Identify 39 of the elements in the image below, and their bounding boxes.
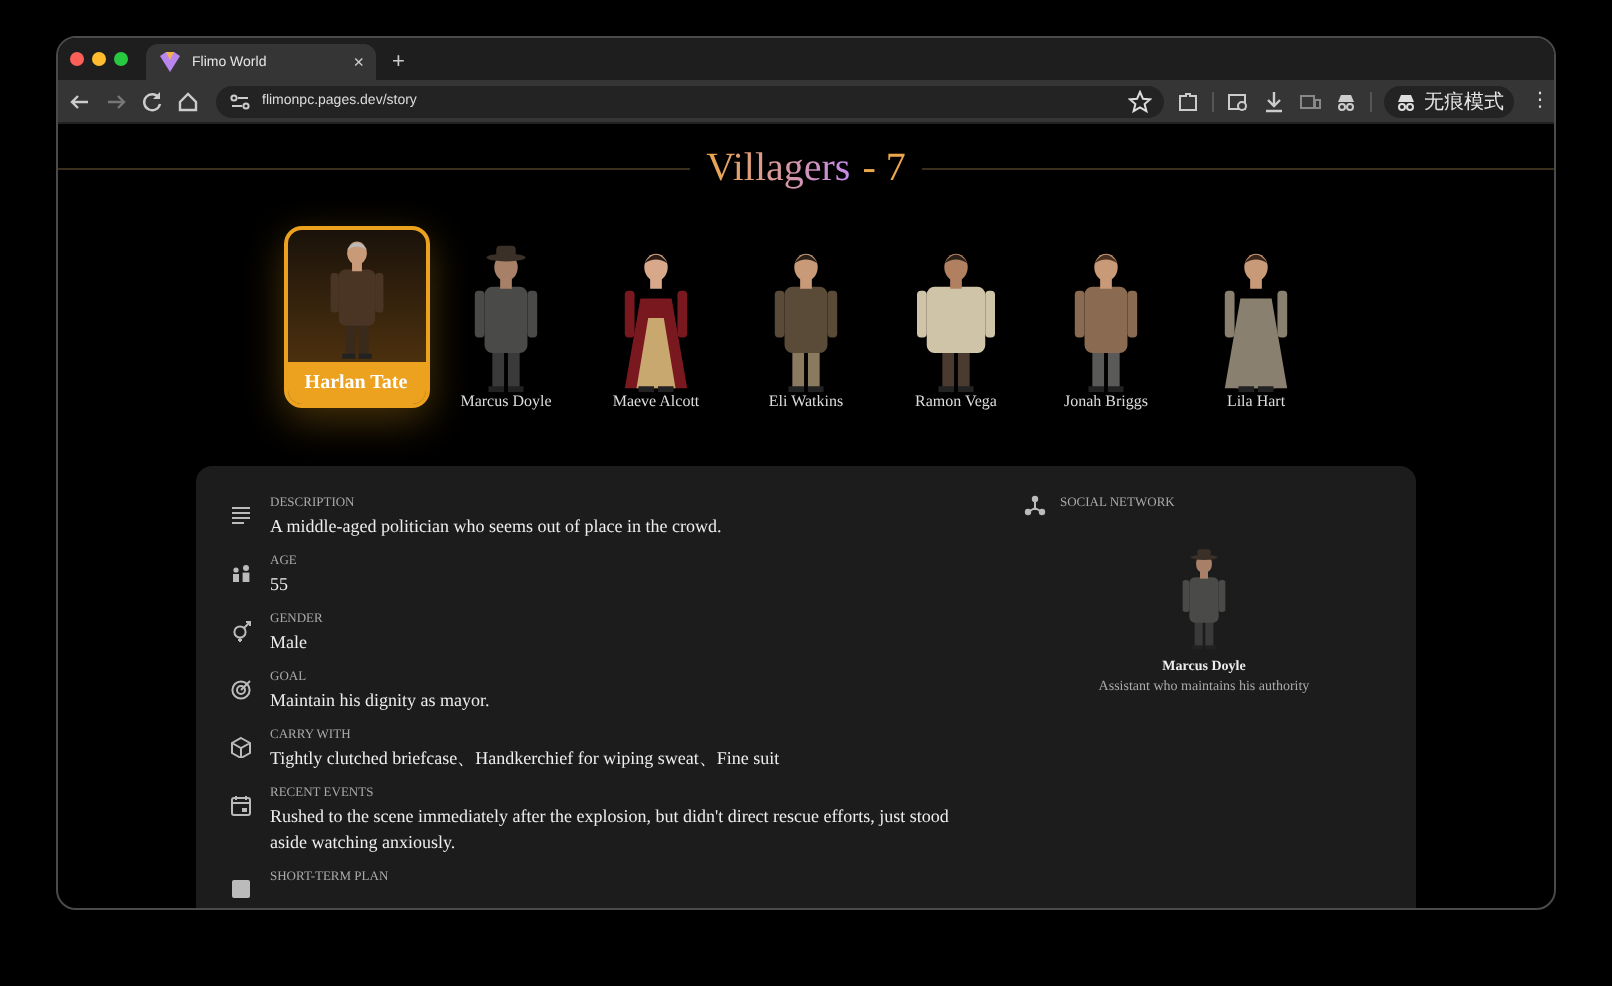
field-value: Maintain his dignity as mayor. xyxy=(270,688,490,714)
villager-card[interactable]: Jonah Briggs xyxy=(1031,240,1181,412)
forward-icon[interactable] xyxy=(104,89,128,113)
maximize-button[interactable] xyxy=(114,52,128,66)
devices-icon[interactable] xyxy=(1298,89,1322,113)
field-value: A middle-aged politician who seems out of place in the crowd. xyxy=(270,514,722,540)
incognito-button[interactable]: 无痕模式 xyxy=(1384,85,1514,117)
field-value: 55 xyxy=(270,572,290,598)
diamond-icon xyxy=(158,50,182,74)
reload-icon[interactable] xyxy=(140,89,164,113)
villager-count: - 7 xyxy=(862,144,906,192)
villager-card[interactable]: Lila Hart xyxy=(1181,240,1331,412)
close-window-button[interactable] xyxy=(70,52,84,66)
network-icon xyxy=(1024,494,1046,516)
villager-card[interactable]: Marcus Doyle xyxy=(431,240,581,412)
incognito-icon xyxy=(1394,89,1418,113)
lines-icon xyxy=(230,504,252,526)
home-icon[interactable] xyxy=(176,89,200,113)
site-settings-icon[interactable] xyxy=(228,89,252,113)
gender-icon xyxy=(230,620,252,642)
back-icon[interactable] xyxy=(68,89,92,113)
field-value: Rushed to the scene immediately after the explosion, but didn't direct rescue efforts, just stood aside watching anxiously. xyxy=(270,804,951,856)
villager-card[interactable]: Maeve Alcott xyxy=(581,240,731,412)
star-icon[interactable] xyxy=(1128,89,1152,113)
minimize-button[interactable] xyxy=(92,52,106,66)
field-value: Male xyxy=(270,630,309,656)
target-icon xyxy=(230,678,252,700)
villager-card[interactable]: Ramon Vega xyxy=(881,240,1031,412)
new-tab-button[interactable]: + xyxy=(392,50,405,74)
people-icon xyxy=(230,562,252,584)
field-value: Tightly clutched briefcase、Handkerchief for wiping sweat、Fine suit xyxy=(270,746,780,772)
page-search-icon[interactable] xyxy=(1226,89,1250,113)
villager-card[interactable]: Eli Watkins xyxy=(731,240,881,412)
download-icon[interactable] xyxy=(1262,89,1286,113)
calendar-icon xyxy=(230,794,252,816)
cube-icon xyxy=(230,736,252,758)
close-tab-button[interactable]: × xyxy=(353,52,364,72)
incognito-icon[interactable] xyxy=(1334,89,1358,113)
menu-button[interactable]: ⋮ xyxy=(1526,90,1554,112)
